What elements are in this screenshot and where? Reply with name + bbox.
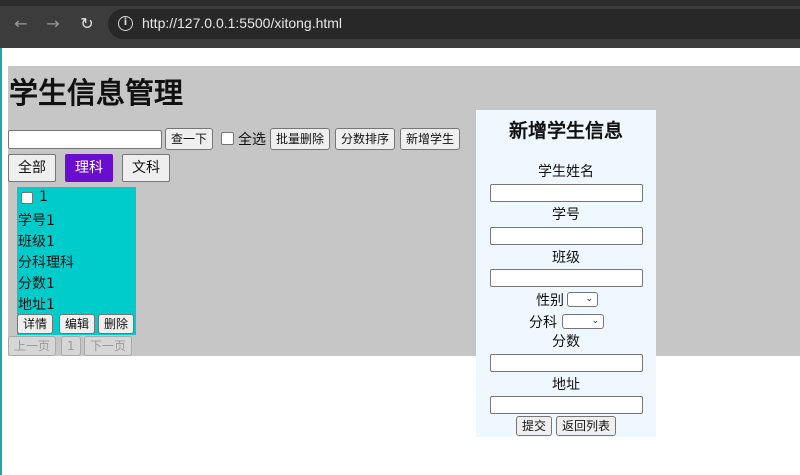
student-number-label: 学号 — [552, 207, 580, 223]
student-track: 分科理科 — [18, 255, 74, 271]
next-page-button[interactable]: 下一页 — [84, 336, 133, 356]
batch-delete-button[interactable]: 批量删除 — [270, 128, 331, 150]
select-all-checkbox[interactable] — [221, 132, 234, 145]
score-label: 分数 — [552, 334, 580, 350]
chevron-down-icon: ⌄ — [591, 316, 599, 326]
address-label: 地址 — [552, 377, 580, 393]
filter-arts-button[interactable]: 文科 — [122, 154, 170, 182]
back-to-list-button[interactable]: 返回列表 — [556, 416, 617, 436]
edit-button[interactable]: 编辑 — [59, 314, 96, 334]
forward-arrow-icon[interactable]: → — [42, 13, 64, 35]
address-input[interactable] — [490, 396, 643, 414]
student-number-input[interactable] — [490, 227, 643, 245]
url-text[interactable]: http://127.0.0.1:5500/xitong.html — [142, 15, 342, 31]
student-class: 班级1 — [18, 234, 55, 250]
address-bar[interactable]: i http://127.0.0.1:5500/xitong.html — [108, 9, 800, 39]
class-label: 班级 — [552, 250, 580, 266]
add-student-button[interactable]: 新增学生 — [400, 128, 461, 150]
delete-button[interactable]: 删除 — [98, 314, 135, 334]
student-score: 分数1 — [18, 276, 55, 292]
page-number-button[interactable]: 1 — [61, 336, 81, 356]
page-title: 学生信息管理 — [9, 76, 184, 110]
submit-button[interactable]: 提交 — [516, 416, 553, 436]
gender-label: 性别 — [536, 293, 564, 309]
reload-icon[interactable]: ↻ — [76, 13, 98, 35]
site-info-icon[interactable]: i — [118, 16, 133, 31]
window-edge — [0, 48, 2, 475]
score-input[interactable] — [490, 354, 643, 372]
student-address: 地址1 — [18, 297, 55, 313]
filter-all-button[interactable]: 全部 — [8, 154, 56, 182]
gender-select[interactable]: ⌄ — [567, 292, 598, 307]
tab-strip — [0, 0, 800, 6]
search-input[interactable] — [8, 130, 162, 149]
filter-science-button[interactable]: 理科 — [65, 154, 113, 182]
detail-button[interactable]: 详情 — [17, 314, 54, 334]
search-button[interactable]: 查一下 — [165, 128, 214, 150]
sort-score-button[interactable]: 分数排序 — [335, 128, 396, 150]
select-all-label: 全选 — [238, 132, 266, 148]
track-select[interactable]: ⌄ — [562, 314, 604, 329]
back-arrow-icon[interactable]: ← — [10, 13, 32, 35]
browser-toolbar: ← → ↻ i http://127.0.0.1:5500/xitong.htm… — [0, 0, 800, 48]
prev-page-button[interactable]: 上一页 — [8, 336, 57, 356]
track-label: 分科 — [529, 315, 557, 331]
class-input[interactable] — [490, 269, 643, 287]
form-title: 新增学生信息 — [508, 120, 623, 142]
student-number: 学号1 — [18, 213, 55, 229]
student-select-checkbox[interactable] — [21, 192, 33, 204]
student-card: 1 学号1 班级1 分科理科 分数1 地址1 — [17, 187, 136, 335]
name-label: 学生姓名 — [538, 164, 594, 180]
student-id: 1 — [39, 189, 48, 205]
add-student-form-content: 新增学生信息 学生姓名 学号 班级 性别 ⌄ 分科 ⌄ 分数 地址 提交 返回列… — [476, 0, 656, 475]
name-input[interactable] — [490, 184, 643, 202]
chevron-down-icon: ⌄ — [585, 294, 593, 304]
